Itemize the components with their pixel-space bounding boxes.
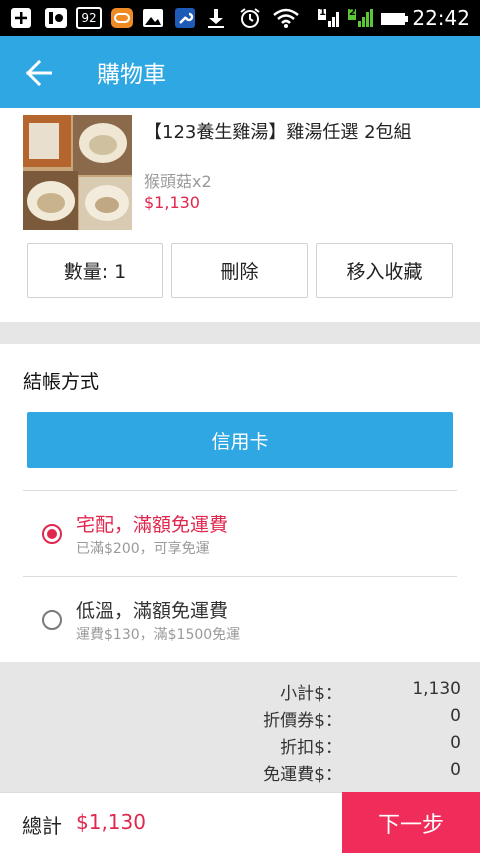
wifi-icon bbox=[273, 8, 299, 28]
total-label: 總計 bbox=[22, 814, 62, 838]
checkout-footer: 總計 $1,130 下一步 bbox=[0, 792, 480, 853]
shipping-option-title: 宅配，滿額免運費 bbox=[76, 514, 229, 536]
sim1-label: 1 bbox=[319, 7, 326, 18]
summary-row-coupon: 折價券$： 0 bbox=[0, 702, 480, 731]
move-to-favorites-button[interactable]: 移入收藏 bbox=[316, 243, 453, 298]
gallery-icon bbox=[45, 8, 67, 28]
checkout-options: 結帳方式 信用卡 宅配，滿額免運費 已滿$200，可享免運 低溫，滿額免運費 運… bbox=[0, 344, 480, 662]
next-step-button[interactable]: 下一步 bbox=[342, 792, 480, 853]
summary-label: 小計$： bbox=[280, 684, 342, 704]
wrench-icon bbox=[175, 8, 195, 28]
payment-section-title: 結帳方式 bbox=[23, 371, 100, 393]
shipping-option-note: 運費$130，滿$1500免運 bbox=[76, 627, 241, 643]
summary-label: 折扣$： bbox=[280, 738, 342, 758]
summary-row-discount: 折扣$： 0 bbox=[0, 729, 480, 758]
clock: 22:42 bbox=[412, 6, 470, 30]
radio-selected-icon[interactable] bbox=[42, 524, 62, 544]
order-summary: 小計$： 1,130 折價券$： 0 折扣$： 0 免運費$： 0 bbox=[0, 662, 480, 792]
page-title: 購物車 bbox=[97, 62, 166, 88]
status-bar: 92 1 2 22:42 bbox=[0, 0, 480, 36]
shipping-option-home-delivery[interactable]: 宅配，滿額免運費 已滿$200，可享免運 bbox=[0, 490, 480, 575]
product-image[interactable] bbox=[23, 115, 132, 230]
image-icon bbox=[143, 9, 163, 27]
total-value: $1,130 bbox=[76, 810, 146, 834]
summary-row-subtotal: 小計$： 1,130 bbox=[0, 675, 480, 704]
summary-value: 0 bbox=[450, 706, 461, 726]
summary-value: 0 bbox=[450, 760, 461, 780]
summary-label: 折價券$： bbox=[263, 711, 342, 731]
shipping-option-note: 已滿$200，可享免運 bbox=[76, 541, 210, 557]
plus-square-icon bbox=[11, 8, 31, 28]
cart-item: 【123養生雞湯】雞湯任選 2包組 猴頭菇x2 $1,130 數量: 1 刪除 … bbox=[0, 108, 480, 322]
summary-value: 1,130 bbox=[412, 679, 461, 699]
shipping-option-cold-chain[interactable]: 低溫，滿額免運費 運費$130，滿$1500免運 bbox=[0, 576, 480, 661]
sim2-label: 2 bbox=[349, 7, 356, 18]
screen: 92 1 2 22:42 購物車 【123養生雞湯】雞湯任選 2包組 猴頭菇x2… bbox=[0, 0, 480, 853]
product-price: $1,130 bbox=[144, 193, 200, 212]
battery-icon bbox=[381, 13, 408, 25]
chat-icon bbox=[111, 8, 133, 28]
notification-badge: 92 bbox=[76, 7, 102, 29]
delete-button[interactable]: 刪除 bbox=[171, 243, 308, 298]
download-icon bbox=[208, 9, 224, 28]
summary-value: 0 bbox=[450, 733, 461, 753]
product-name[interactable]: 【123養生雞湯】雞湯任選 2包組 bbox=[144, 118, 412, 144]
summary-row-free-shipping: 免運費$： 0 bbox=[0, 756, 480, 785]
back-arrow-icon[interactable] bbox=[26, 60, 52, 86]
section-gap bbox=[0, 322, 480, 344]
credit-card-button[interactable]: 信用卡 bbox=[27, 412, 453, 468]
app-bar: 購物車 bbox=[0, 36, 480, 108]
summary-label: 免運費$： bbox=[263, 765, 342, 785]
shipping-option-title: 低溫，滿額免運費 bbox=[76, 600, 229, 622]
radio-unselected-icon[interactable] bbox=[42, 610, 62, 630]
product-variant: 猴頭菇x2 bbox=[144, 172, 212, 191]
alarm-icon bbox=[240, 8, 260, 28]
quantity-button[interactable]: 數量: 1 bbox=[27, 243, 163, 298]
